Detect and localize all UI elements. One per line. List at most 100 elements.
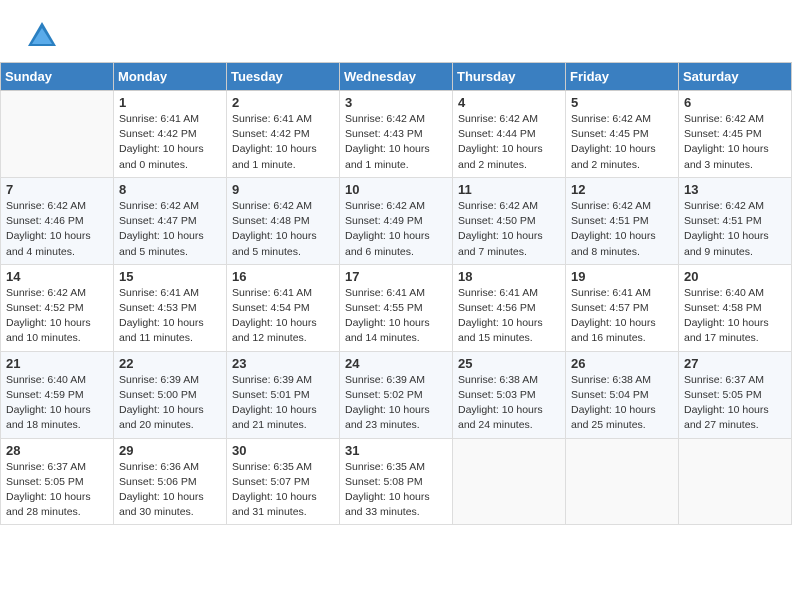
day-number: 15 (119, 269, 221, 284)
calendar-cell: 28 Sunrise: 6:37 AM Sunset: 5:05 PM Dayli… (1, 438, 114, 525)
day-info: Sunrise: 6:42 AM Sunset: 4:45 PM Dayligh… (571, 113, 656, 171)
page-header (0, 0, 792, 62)
calendar-cell: 3 Sunrise: 6:42 AM Sunset: 4:43 PM Daylig… (340, 91, 453, 178)
calendar-cell: 12 Sunrise: 6:42 AM Sunset: 4:51 PM Dayli… (566, 177, 679, 264)
day-info: Sunrise: 6:35 AM Sunset: 5:07 PM Dayligh… (232, 461, 317, 519)
day-number: 6 (684, 95, 786, 110)
calendar-cell: 30 Sunrise: 6:35 AM Sunset: 5:07 PM Dayli… (227, 438, 340, 525)
day-number: 7 (6, 182, 108, 197)
calendar-cell: 7 Sunrise: 6:42 AM Sunset: 4:46 PM Daylig… (1, 177, 114, 264)
day-number: 10 (345, 182, 447, 197)
day-number: 2 (232, 95, 334, 110)
day-info: Sunrise: 6:42 AM Sunset: 4:51 PM Dayligh… (571, 200, 656, 258)
day-info: Sunrise: 6:41 AM Sunset: 4:53 PM Dayligh… (119, 287, 204, 345)
day-info: Sunrise: 6:42 AM Sunset: 4:47 PM Dayligh… (119, 200, 204, 258)
day-info: Sunrise: 6:42 AM Sunset: 4:49 PM Dayligh… (345, 200, 430, 258)
calendar-cell (679, 438, 792, 525)
calendar-table: SundayMondayTuesdayWednesdayThursdayFrid… (0, 62, 792, 525)
day-info: Sunrise: 6:41 AM Sunset: 4:55 PM Dayligh… (345, 287, 430, 345)
day-info: Sunrise: 6:41 AM Sunset: 4:42 PM Dayligh… (119, 113, 204, 171)
day-number: 4 (458, 95, 560, 110)
day-number: 28 (6, 443, 108, 458)
calendar-cell: 19 Sunrise: 6:41 AM Sunset: 4:57 PM Dayli… (566, 264, 679, 351)
day-number: 18 (458, 269, 560, 284)
day-number: 13 (684, 182, 786, 197)
day-info: Sunrise: 6:41 AM Sunset: 4:42 PM Dayligh… (232, 113, 317, 171)
day-number: 31 (345, 443, 447, 458)
calendar-cell: 9Sunrise: 6:42 AM Sunset: 4:48 PM Daylig… (227, 177, 340, 264)
day-number: 17 (345, 269, 447, 284)
calendar-cell: 13Sunrise: 6:42 AM Sunset: 4:51 PM Dayli… (679, 177, 792, 264)
calendar-cell: 4Sunrise: 6:42 AM Sunset: 4:44 PM Daylig… (453, 91, 566, 178)
calendar-week-row: 14Sunrise: 6:42 AM Sunset: 4:52 PM Dayli… (1, 264, 792, 351)
calendar-cell: 31Sunrise: 6:35 AM Sunset: 5:08 PM Dayli… (340, 438, 453, 525)
day-number: 27 (684, 356, 786, 371)
day-info: Sunrise: 6:38 AM Sunset: 5:04 PM Dayligh… (571, 374, 656, 432)
weekday-header-wednesday: Wednesday (340, 63, 453, 91)
weekday-header-tuesday: Tuesday (227, 63, 340, 91)
day-number: 8 (119, 182, 221, 197)
day-number: 11 (458, 182, 560, 197)
calendar-cell (453, 438, 566, 525)
day-number: 19 (571, 269, 673, 284)
weekday-header-saturday: Saturday (679, 63, 792, 91)
day-number: 1 (119, 95, 221, 110)
day-info: Sunrise: 6:42 AM Sunset: 4:48 PM Dayligh… (232, 200, 317, 258)
day-number: 5 (571, 95, 673, 110)
calendar-cell: 26 Sunrise: 6:38 AM Sunset: 5:04 PM Dayli… (566, 351, 679, 438)
day-info: Sunrise: 6:42 AM Sunset: 4:45 PM Dayligh… (684, 113, 769, 171)
calendar-header-row: SundayMondayTuesdayWednesdayThursdayFrid… (1, 63, 792, 91)
calendar-week-row: 1 Sunrise: 6:41 AM Sunset: 4:42 PM Daylig… (1, 91, 792, 178)
day-number: 16 (232, 269, 334, 284)
day-info: Sunrise: 6:37 AM Sunset: 5:05 PM Dayligh… (6, 461, 91, 519)
calendar-week-row: 28 Sunrise: 6:37 AM Sunset: 5:05 PM Dayli… (1, 438, 792, 525)
day-number: 30 (232, 443, 334, 458)
calendar-cell: 21 Sunrise: 6:40 AM Sunset: 4:59 PM Dayli… (1, 351, 114, 438)
day-info: Sunrise: 6:42 AM Sunset: 4:46 PM Dayligh… (6, 200, 91, 258)
day-number: 23 (232, 356, 334, 371)
day-number: 25 (458, 356, 560, 371)
calendar-cell: 15 Sunrise: 6:41 AM Sunset: 4:53 PM Dayli… (114, 264, 227, 351)
calendar-week-row: 7 Sunrise: 6:42 AM Sunset: 4:46 PM Daylig… (1, 177, 792, 264)
day-info: Sunrise: 6:40 AM Sunset: 4:59 PM Dayligh… (6, 374, 91, 432)
day-info: Sunrise: 6:41 AM Sunset: 4:54 PM Dayligh… (232, 287, 317, 345)
day-number: 21 (6, 356, 108, 371)
day-number: 22 (119, 356, 221, 371)
day-info: Sunrise: 6:37 AM Sunset: 5:05 PM Dayligh… (684, 374, 769, 432)
day-number: 26 (571, 356, 673, 371)
calendar-cell: 22Sunrise: 6:39 AM Sunset: 5:00 PM Dayli… (114, 351, 227, 438)
calendar-cell: 8 Sunrise: 6:42 AM Sunset: 4:47 PM Daylig… (114, 177, 227, 264)
calendar-cell (1, 91, 114, 178)
calendar-cell: 25 Sunrise: 6:38 AM Sunset: 5:03 PM Dayli… (453, 351, 566, 438)
day-number: 14 (6, 269, 108, 284)
weekday-header-friday: Friday (566, 63, 679, 91)
calendar-cell (566, 438, 679, 525)
day-number: 3 (345, 95, 447, 110)
logo (24, 18, 60, 54)
day-number: 29 (119, 443, 221, 458)
calendar-cell: 14Sunrise: 6:42 AM Sunset: 4:52 PM Dayli… (1, 264, 114, 351)
calendar-cell: 29 Sunrise: 6:36 AM Sunset: 5:06 PM Dayli… (114, 438, 227, 525)
calendar-cell: 10 Sunrise: 6:42 AM Sunset: 4:49 PM Dayli… (340, 177, 453, 264)
day-number: 24 (345, 356, 447, 371)
day-info: Sunrise: 6:38 AM Sunset: 5:03 PM Dayligh… (458, 374, 543, 432)
day-number: 20 (684, 269, 786, 284)
day-info: Sunrise: 6:40 AM Sunset: 4:58 PM Dayligh… (684, 287, 769, 345)
calendar-cell: 6 Sunrise: 6:42 AM Sunset: 4:45 PM Daylig… (679, 91, 792, 178)
calendar-cell: 16 Sunrise: 6:41 AM Sunset: 4:54 PM Dayli… (227, 264, 340, 351)
day-number: 12 (571, 182, 673, 197)
day-info: Sunrise: 6:41 AM Sunset: 4:57 PM Dayligh… (571, 287, 656, 345)
calendar-cell: 20 Sunrise: 6:40 AM Sunset: 4:58 PM Dayli… (679, 264, 792, 351)
day-info: Sunrise: 6:42 AM Sunset: 4:43 PM Dayligh… (345, 113, 430, 171)
day-info: Sunrise: 6:36 AM Sunset: 5:06 PM Dayligh… (119, 461, 204, 519)
calendar-cell: 17 Sunrise: 6:41 AM Sunset: 4:55 PM Dayli… (340, 264, 453, 351)
weekday-header-monday: Monday (114, 63, 227, 91)
logo-icon (24, 18, 60, 54)
calendar-cell: 18 Sunrise: 6:41 AM Sunset: 4:56 PM Dayli… (453, 264, 566, 351)
day-info: Sunrise: 6:39 AM Sunset: 5:02 PM Dayligh… (345, 374, 430, 432)
calendar-cell: 11Sunrise: 6:42 AM Sunset: 4:50 PM Dayli… (453, 177, 566, 264)
calendar-cell: 1 Sunrise: 6:41 AM Sunset: 4:42 PM Daylig… (114, 91, 227, 178)
calendar-cell: 2 Sunrise: 6:41 AM Sunset: 4:42 PM Daylig… (227, 91, 340, 178)
day-info: Sunrise: 6:41 AM Sunset: 4:56 PM Dayligh… (458, 287, 543, 345)
calendar-cell: 24 Sunrise: 6:39 AM Sunset: 5:02 PM Dayli… (340, 351, 453, 438)
